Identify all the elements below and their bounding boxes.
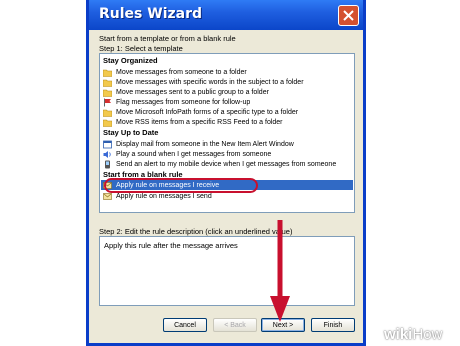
- rule-description-box[interactable]: Apply this rule after the message arrive…: [99, 236, 355, 306]
- finish-button[interactable]: Finish: [311, 318, 355, 332]
- watermark-wiki: wiki: [384, 326, 413, 343]
- list-item-label: Move messages from someone to a folder: [116, 68, 247, 76]
- envelope-icon: [103, 181, 112, 189]
- list-item[interactable]: Apply rule on messages I send: [103, 191, 353, 201]
- next-button[interactable]: Next >: [261, 318, 305, 332]
- list-item[interactable]: Move messages sent to a public group to …: [103, 87, 353, 97]
- list-item-label: Apply rule on messages I send: [116, 192, 212, 200]
- intro-label: Start from a template or from a blank ru…: [99, 34, 236, 43]
- list-item-label: Move RSS items from a specific RSS Feed …: [116, 118, 283, 126]
- watermark: wikiHow: [384, 326, 442, 343]
- list-item-selected[interactable]: Apply rule on messages I receive: [101, 180, 353, 190]
- list-item-label: Move messages with specific words in the…: [116, 78, 304, 86]
- list-item-label: Send an alert to my mobile device when I…: [116, 160, 337, 168]
- window-icon: [103, 140, 112, 148]
- folder-icon: [103, 119, 112, 127]
- window-title: Rules Wizard: [99, 6, 203, 22]
- back-button[interactable]: < Back: [213, 318, 257, 332]
- folder-icon: [103, 109, 112, 117]
- folder-icon: [103, 69, 112, 77]
- list-item[interactable]: Display mail from someone in the New Ite…: [103, 139, 353, 149]
- mobile-icon: [105, 160, 110, 168]
- watermark-how: How: [412, 326, 443, 343]
- folder-icon: [103, 79, 112, 87]
- list-item[interactable]: Play a sound when I get messages from so…: [103, 149, 353, 159]
- title-bar[interactable]: Rules Wizard: [89, 0, 363, 30]
- list-item[interactable]: Flag messages from someone for follow-up: [103, 97, 353, 107]
- list-item-label: Flag messages from someone for follow-up: [116, 98, 251, 106]
- list-item-label: Move Microsoft InfoPath forms of a speci…: [116, 108, 299, 116]
- list-item[interactable]: Send an alert to my mobile device when I…: [103, 159, 353, 169]
- sound-icon: [103, 150, 111, 158]
- envelope-icon: [103, 192, 112, 200]
- list-item[interactable]: Move messages with specific words in the…: [103, 77, 353, 87]
- flag-icon: [104, 98, 111, 106]
- section-title: Start from a blank rule: [103, 170, 183, 179]
- background-left: [0, 0, 80, 346]
- list-item[interactable]: Move RSS items from a specific RSS Feed …: [103, 117, 353, 127]
- folder-icon: [103, 89, 112, 97]
- background-right: [380, 0, 460, 346]
- step2-label: Step 2: Edit the rule description (click…: [99, 227, 293, 236]
- list-item[interactable]: Move Microsoft InfoPath forms of a speci…: [103, 107, 353, 117]
- list-item-label: Play a sound when I get messages from so…: [116, 150, 272, 158]
- cancel-button[interactable]: Cancel: [163, 318, 207, 332]
- template-list[interactable]: Stay Organized Move messages from someon…: [99, 53, 355, 213]
- close-icon: [343, 10, 354, 21]
- rules-wizard-dialog: Rules Wizard Start from a template or fr…: [86, 0, 366, 346]
- close-button[interactable]: [338, 5, 359, 26]
- section-title: Stay Up to Date: [103, 128, 159, 137]
- step1-label: Step 1: Select a template: [99, 44, 183, 53]
- section-title: Stay Organized: [103, 56, 158, 65]
- rule-description-text: Apply this rule after the message arrive…: [104, 241, 238, 250]
- list-item-label: Display mail from someone in the New Ite…: [116, 140, 294, 148]
- list-item[interactable]: Move messages from someone to a folder: [103, 67, 353, 77]
- list-item-label: Move messages sent to a public group to …: [116, 88, 269, 96]
- list-item-label: Apply rule on messages I receive: [116, 181, 220, 189]
